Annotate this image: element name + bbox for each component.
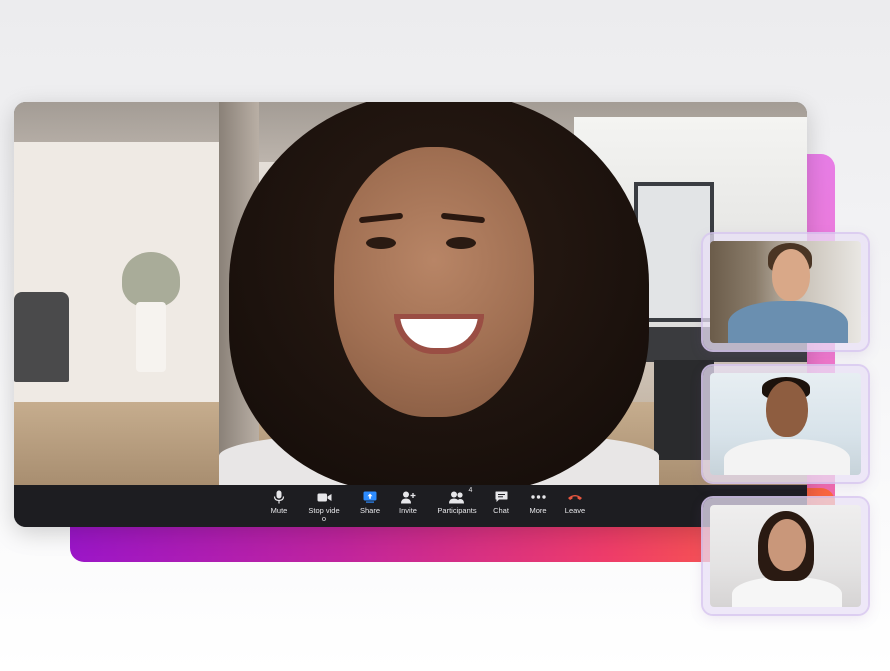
more-label: More (529, 506, 547, 515)
speaker-face (334, 147, 534, 417)
video-camera-icon (317, 489, 332, 505)
participant-1-shirt (728, 301, 848, 343)
share-screen-icon (363, 489, 377, 505)
plant (122, 252, 180, 307)
leave-label: Leave (564, 506, 586, 515)
leave-button[interactable]: Leave (557, 489, 593, 527)
meeting-control-bar: Mute Stop video Share Invite 4 Participa… (14, 485, 807, 527)
invite-label: Invite (399, 506, 417, 515)
participants-label: Participants (437, 506, 477, 515)
mute-button[interactable]: Mute (261, 489, 297, 527)
participant-3-shirt (732, 577, 842, 607)
more-dots-icon (530, 489, 546, 505)
participant-video-1 (710, 241, 861, 343)
main-video-window: Mute Stop video Share Invite 4 Participa… (14, 102, 807, 527)
more-button[interactable]: More (520, 489, 556, 527)
participant-1-face (772, 249, 810, 301)
participant-3-face (768, 519, 806, 571)
stop-video-label: Stop video (308, 506, 340, 523)
main-speaker-video[interactable] (14, 102, 807, 485)
participant-thumbnail-2[interactable] (703, 366, 868, 482)
chat-label: Chat (493, 506, 509, 515)
microphone-icon (273, 489, 285, 505)
participant-thumbnail-1[interactable] (703, 234, 868, 350)
participant-thumbnail-3[interactable] (703, 498, 868, 614)
hang-up-icon (567, 489, 583, 505)
participant-video-2 (710, 373, 861, 475)
participant-video-3 (710, 505, 861, 607)
speaker-eye-right (446, 237, 476, 249)
participant-2-shirt (724, 439, 850, 475)
share-button[interactable]: Share (352, 489, 388, 527)
chat-bubble-icon (495, 489, 508, 505)
mute-label: Mute (270, 506, 288, 515)
share-label: Share (359, 506, 380, 515)
invite-button[interactable]: Invite (390, 489, 426, 527)
plant-pot (136, 302, 166, 372)
participants-button[interactable]: 4 Participants (437, 487, 477, 527)
participants-count: 4 (468, 487, 473, 494)
add-person-icon (400, 489, 416, 505)
participant-2-face (766, 381, 808, 437)
speaker-eye-left (366, 237, 396, 249)
office-chair (14, 292, 69, 382)
participants-icon: 4 (448, 487, 472, 505)
stop-video-button[interactable]: Stop video (306, 489, 342, 527)
chat-button[interactable]: Chat (483, 489, 519, 527)
